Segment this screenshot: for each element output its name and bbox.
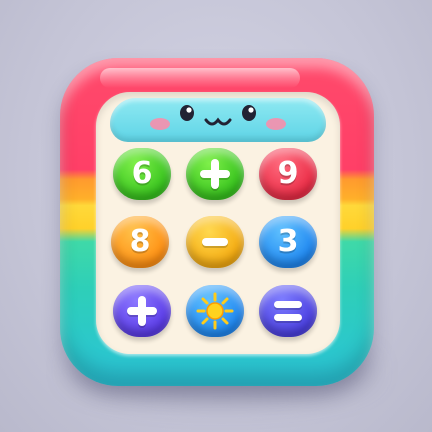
key-8[interactable]: 8	[111, 216, 169, 268]
key-6[interactable]: 6	[113, 148, 171, 200]
calculator-display	[110, 98, 326, 142]
key-9[interactable]: 9	[259, 148, 317, 200]
key-plus[interactable]	[186, 148, 244, 200]
key-label: 6	[131, 156, 153, 191]
key-equals[interactable]	[259, 285, 317, 337]
key-plus-2[interactable]	[113, 285, 171, 337]
key-label: 3	[277, 224, 299, 259]
key-label: 8	[129, 224, 151, 259]
key-3[interactable]: 3	[259, 216, 317, 268]
smiling-face-icon	[150, 105, 286, 130]
key-minus[interactable]	[186, 216, 244, 268]
plus-icon	[200, 159, 230, 189]
key-sun[interactable]	[186, 285, 244, 337]
app-icon-stage: 6 9 8 3	[0, 0, 432, 432]
key-label: 9	[277, 156, 299, 191]
minus-icon	[200, 227, 230, 257]
plus-icon	[127, 296, 157, 326]
equals-icon	[273, 296, 303, 326]
sun-icon	[196, 292, 234, 330]
